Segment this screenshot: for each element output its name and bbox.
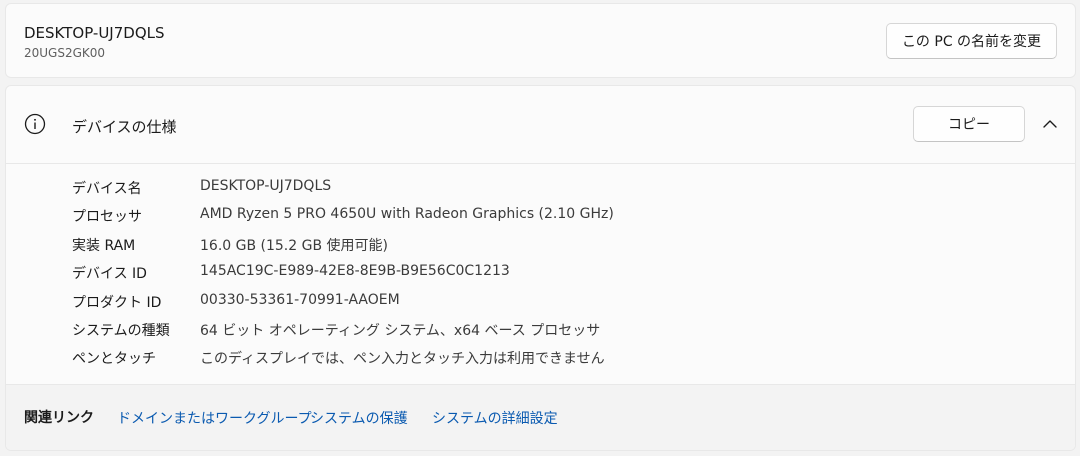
link-system-protection[interactable]: システムの保護: [310, 408, 408, 428]
device-name: DESKTOP-UJ7DQLS: [24, 24, 165, 42]
spec-label: プロセッサ: [72, 209, 142, 225]
spec-value: 00330-53361-70991-AAOEM: [200, 292, 400, 308]
spec-label: システムの種類: [72, 323, 170, 339]
spec-label: デバイス ID: [72, 266, 147, 282]
spec-label: ペンとタッチ: [72, 351, 156, 367]
spec-value: 145AC19C-E989-42E8-8E9B-B9E56C0C1213: [200, 263, 510, 279]
chevron-up-icon[interactable]: [1040, 114, 1060, 134]
spec-row-product-id: プロダクト ID 00330-53361-70991-AAOEM: [6, 288, 1075, 316]
info-icon: [24, 113, 46, 135]
spec-value: DESKTOP-UJ7DQLS: [200, 178, 332, 194]
rename-pc-button[interactable]: この PC の名前を変更: [886, 23, 1057, 59]
spec-value: 64 ビット オペレーティング システム、x64 ベース プロセッサ: [200, 323, 601, 339]
link-domain-workgroup[interactable]: ドメインまたはワークグループ: [117, 408, 312, 428]
spec-row-system-type: システムの種類 64 ビット オペレーティング システム、x64 ベース プロセ…: [6, 316, 1075, 344]
device-card: DESKTOP-UJ7DQLS 20UGS2GK00 この PC の名前を変更: [5, 3, 1076, 78]
device-spec-header[interactable]: デバイスの仕様 コピー: [6, 86, 1075, 164]
related-links-bar: 関連リンク ドメインまたはワークグループ システムの保護 システムの詳細設定: [6, 384, 1075, 450]
device-spec-card: デバイスの仕様 コピー デバイス名 DESKTOP-UJ7DQLS プロセッサ …: [5, 85, 1076, 451]
copy-button[interactable]: コピー: [913, 106, 1025, 142]
spec-row-ram: 実装 RAM 16.0 GB (15.2 GB 使用可能): [6, 231, 1075, 259]
spec-label: 実装 RAM: [72, 238, 136, 254]
spec-row-device-id: デバイス ID 145AC19C-E989-42E8-8E9B-B9E56C0C…: [6, 259, 1075, 287]
link-advanced-system-settings[interactable]: システムの詳細設定: [432, 408, 558, 428]
spec-value: このディスプレイでは、ペン入力とタッチ入力は利用できません: [200, 351, 605, 367]
spec-label: デバイス名: [72, 181, 142, 197]
spec-row-device-name: デバイス名 DESKTOP-UJ7DQLS: [6, 174, 1075, 202]
device-model: 20UGS2GK00: [24, 46, 106, 60]
spec-value: AMD Ryzen 5 PRO 4650U with Radeon Graphi…: [200, 206, 614, 222]
spec-row-processor: プロセッサ AMD Ryzen 5 PRO 4650U with Radeon …: [6, 202, 1075, 230]
spec-label: プロダクト ID: [72, 295, 162, 311]
device-spec-title: デバイスの仕様: [72, 118, 177, 136]
related-links-title: 関連リンク: [24, 410, 94, 426]
spec-row-pen-touch: ペンとタッチ このディスプレイでは、ペン入力とタッチ入力は利用できません: [6, 344, 1075, 372]
spec-value: 16.0 GB (15.2 GB 使用可能): [200, 238, 388, 254]
